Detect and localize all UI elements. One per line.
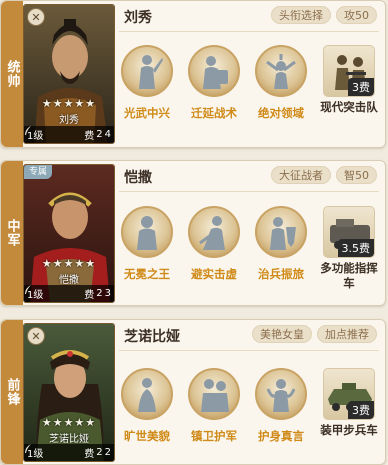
general-portrait[interactable]: ✕ ★★★★★ 芝诺比娅 1级 费 2 2 — [23, 323, 115, 462]
skill-slot[interactable]: 避实击虚 — [184, 206, 244, 282]
skill-name: 镇卫护军 — [191, 429, 237, 443]
skill-name: 旷世美貌 — [124, 429, 170, 443]
role-badge: 前锋 — [1, 320, 23, 464]
tag-button[interactable]: 加点推荐 — [317, 325, 377, 343]
skill-slot[interactable]: 迁延战术 — [184, 45, 244, 121]
portrait-footer: 1级 费 2 2 — [24, 444, 114, 461]
unit-cost: 3费 — [348, 78, 374, 96]
general-name: 恺撒 — [124, 170, 152, 186]
skill-slot[interactable]: 镇卫护军 — [184, 368, 244, 444]
skill-slot[interactable]: 治兵振旅 — [251, 206, 311, 282]
skill-statue-icon — [121, 45, 173, 97]
unit-name: 现代突击队 — [320, 100, 378, 114]
unit-name: 多功能指挥车 — [320, 261, 378, 290]
tag-row: 大征战者 智50 — [271, 166, 377, 184]
skill-statue-icon — [255, 206, 307, 258]
skill-name: 护身真言 — [258, 429, 304, 443]
portrait-footer: 1级 费 2 3 — [24, 285, 114, 302]
tag-row: 头衔选择 攻50 — [271, 6, 377, 24]
skill-slot[interactable]: 光武中兴 — [117, 45, 177, 121]
role-label: 前锋 — [4, 378, 20, 406]
role-label: 统帅 — [4, 60, 20, 88]
skill-name: 迁延战术 — [191, 106, 237, 120]
star-rating: ★★★★★ — [41, 257, 97, 270]
general-portrait[interactable]: ✕ ★★★★★ 刘秀 1级 费 2 4 — [23, 4, 115, 144]
divider — [119, 191, 379, 192]
feather-icon — [25, 444, 31, 453]
tag-button[interactable]: 美艳女皇 — [252, 325, 312, 343]
skill-statue-icon — [188, 368, 240, 420]
skill-statue-icon — [255, 368, 307, 420]
extra-value: 4 — [104, 129, 111, 140]
cost-value: 2 — [96, 129, 103, 140]
tag-button[interactable]: 智50 — [336, 166, 377, 184]
skill-name: 绝对领域 — [258, 106, 304, 120]
general-card-caesar[interactable]: 中军 专属 ★★★★★ 恺撒 1级 费 2 3 恺撒 大征战者 智50 无冕之王… — [0, 160, 386, 306]
soldiers-icon: 3费 — [323, 45, 375, 97]
role-label: 中军 — [4, 219, 20, 247]
unit-slot[interactable]: 3费 装甲步兵车 — [315, 368, 383, 438]
feather-icon — [25, 126, 31, 135]
cost-value: 2 — [96, 288, 103, 299]
role-badge: 中军 — [1, 161, 23, 305]
skill-slot[interactable]: 旷世美貌 — [117, 368, 177, 444]
cost-label: 费 — [84, 290, 95, 301]
skill-statue-icon — [188, 45, 240, 97]
skill-slot[interactable]: 绝对领域 — [251, 45, 311, 121]
role-badge: 统帅 — [1, 1, 23, 147]
armored-vehicle-icon: 3费 — [323, 368, 375, 420]
skill-slot[interactable]: 无冕之王 — [117, 206, 177, 282]
exclusive-tag: 专属 — [24, 165, 52, 179]
skill-name: 光武中兴 — [124, 106, 170, 120]
tag-button[interactable]: 头衔选择 — [271, 6, 331, 24]
tag-button[interactable]: 大征战者 — [271, 166, 331, 184]
skill-name: 避实击虚 — [191, 267, 237, 281]
general-name: 芝诺比娅 — [124, 329, 180, 345]
skill-name: 无冕之王 — [124, 267, 170, 281]
extra-value: 3 — [104, 288, 111, 299]
command-vehicle-icon: 3.5费 — [323, 206, 375, 258]
star-rating: ★★★★★ — [41, 416, 97, 429]
cost-label: 费 — [84, 131, 95, 142]
cost-info: 费 2 2 — [25, 444, 111, 460]
dismiss-icon[interactable]: ✕ — [27, 8, 45, 26]
skill-name: 治兵振旅 — [258, 267, 304, 281]
divider — [119, 31, 379, 32]
unit-cost: 3费 — [348, 401, 374, 419]
general-card-liuxiu[interactable]: 统帅 ✕ ★★★★★ 刘秀 1级 费 2 4 刘秀 头衔选择 攻50 光武中兴 … — [0, 0, 386, 148]
dismiss-icon[interactable]: ✕ — [27, 327, 45, 345]
cost-info: 费 2 3 — [25, 285, 111, 301]
unit-cost: 3.5费 — [337, 239, 374, 257]
skill-statue-icon — [255, 45, 307, 97]
cost-label: 费 — [84, 449, 95, 460]
extra-value: 2 — [104, 447, 111, 458]
cost-value: 2 — [96, 447, 103, 458]
tag-button[interactable]: 攻50 — [336, 6, 377, 24]
portrait-name: 刘秀 — [59, 115, 79, 126]
feather-icon — [25, 285, 31, 294]
portrait-name: 芝诺比娅 — [49, 434, 89, 445]
portrait-name: 恺撒 — [59, 275, 79, 286]
skill-statue-icon — [121, 368, 173, 420]
skill-statue-icon — [121, 206, 173, 258]
cost-info: 费 2 4 — [25, 126, 111, 142]
general-portrait[interactable]: 专属 ★★★★★ 恺撒 1级 费 2 3 — [23, 164, 115, 303]
tag-row: 美艳女皇 加点推荐 — [252, 325, 377, 343]
unit-slot[interactable]: 3.5费 多功能指挥车 — [315, 206, 383, 291]
portrait-footer: 1级 费 2 4 — [24, 126, 114, 143]
star-rating: ★★★★★ — [41, 97, 97, 110]
unit-slot[interactable]: 3费 现代突击队 — [315, 45, 383, 115]
divider — [119, 350, 379, 351]
skill-slot[interactable]: 护身真言 — [251, 368, 311, 444]
general-card-zenobia[interactable]: 前锋 ✕ ★★★★★ 芝诺比娅 1级 费 2 2 芝诺比娅 美艳女皇 加点推荐 … — [0, 319, 386, 465]
unit-name: 装甲步兵车 — [320, 423, 378, 437]
skill-statue-icon — [188, 206, 240, 258]
general-name: 刘秀 — [124, 10, 152, 26]
